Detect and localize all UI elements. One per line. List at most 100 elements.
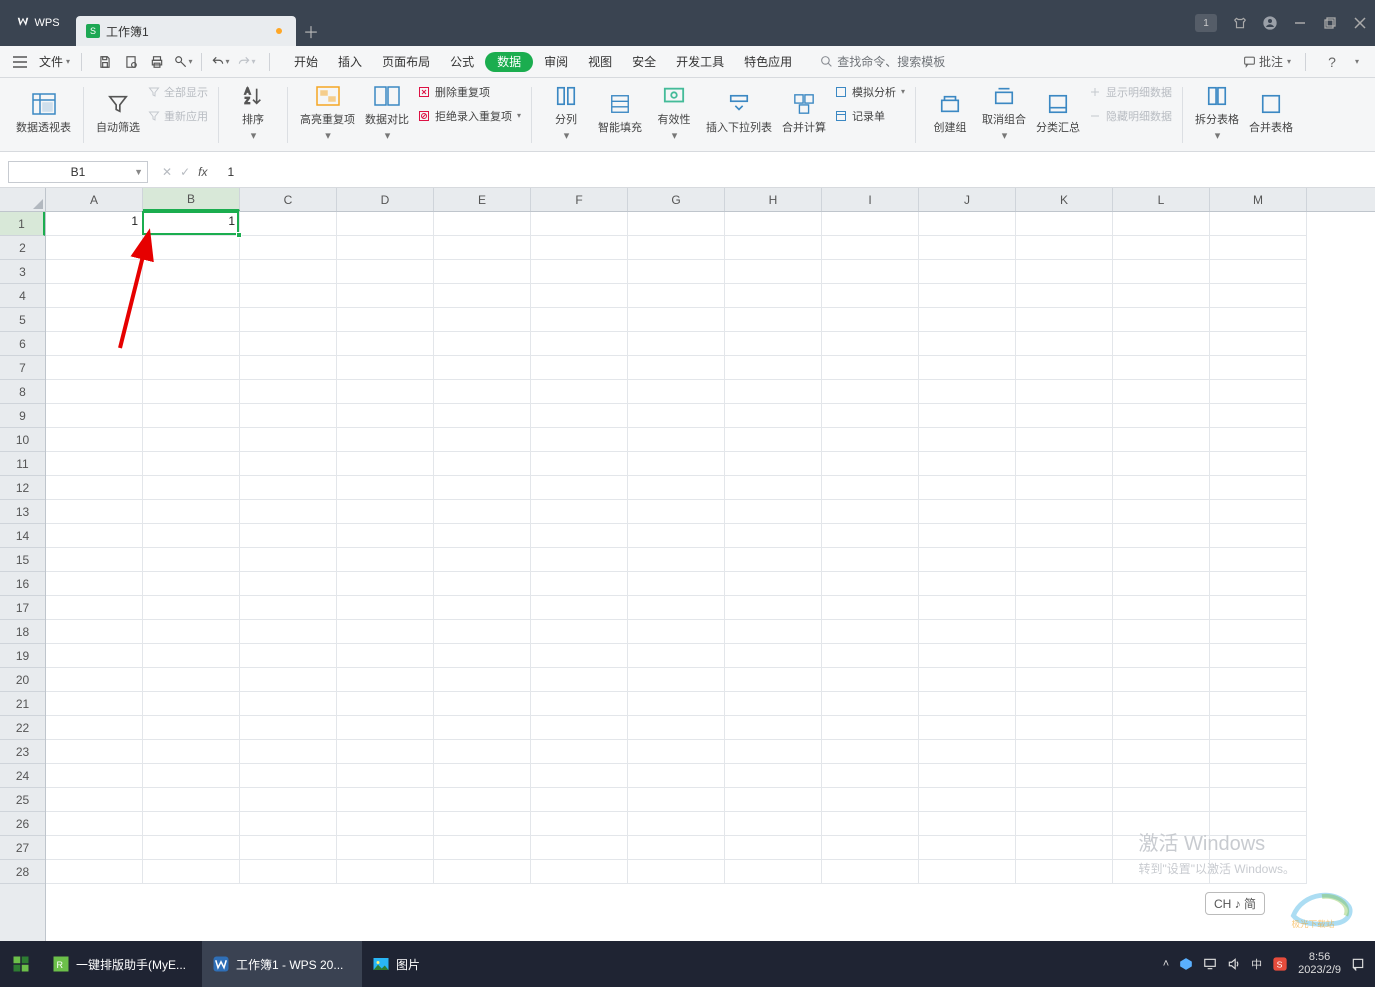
- cell[interactable]: [531, 644, 628, 668]
- cell[interactable]: [143, 452, 240, 476]
- cell[interactable]: [434, 668, 531, 692]
- cell[interactable]: [1016, 356, 1113, 380]
- tray-chevron-up-icon[interactable]: ˄: [1163, 958, 1169, 970]
- column-header[interactable]: C: [240, 188, 337, 211]
- cell[interactable]: [1016, 452, 1113, 476]
- cell[interactable]: [822, 404, 919, 428]
- cell[interactable]: [240, 332, 337, 356]
- cell[interactable]: [46, 620, 143, 644]
- tray-app-icon[interactable]: [1179, 957, 1193, 971]
- cell[interactable]: [919, 692, 1016, 716]
- cell[interactable]: [143, 764, 240, 788]
- cell[interactable]: [1210, 524, 1307, 548]
- cell[interactable]: [822, 332, 919, 356]
- save-button[interactable]: [93, 50, 117, 74]
- cell[interactable]: [240, 308, 337, 332]
- cell[interactable]: [1113, 644, 1210, 668]
- cell[interactable]: [919, 572, 1016, 596]
- cell[interactable]: [725, 260, 822, 284]
- cell[interactable]: [1113, 308, 1210, 332]
- cell[interactable]: [46, 692, 143, 716]
- cell[interactable]: [628, 236, 725, 260]
- cell[interactable]: [919, 476, 1016, 500]
- cell[interactable]: [337, 380, 434, 404]
- validation-button[interactable]: 有效性▾: [650, 82, 698, 144]
- maximize-button[interactable]: [1315, 0, 1345, 46]
- row-header[interactable]: 11: [0, 452, 45, 476]
- row-header[interactable]: 5: [0, 308, 45, 332]
- split-table-button[interactable]: 拆分表格▾: [1193, 82, 1241, 144]
- cell[interactable]: [628, 596, 725, 620]
- cell[interactable]: [46, 476, 143, 500]
- cell[interactable]: [628, 644, 725, 668]
- cell[interactable]: [919, 332, 1016, 356]
- cell[interactable]: [725, 284, 822, 308]
- cell[interactable]: [628, 212, 725, 236]
- cell[interactable]: [1113, 668, 1210, 692]
- cell[interactable]: [143, 860, 240, 884]
- cell[interactable]: [822, 668, 919, 692]
- cell[interactable]: [46, 836, 143, 860]
- cell[interactable]: [240, 476, 337, 500]
- cell[interactable]: [434, 476, 531, 500]
- cell[interactable]: [1210, 596, 1307, 620]
- cell[interactable]: [337, 740, 434, 764]
- cell[interactable]: [628, 452, 725, 476]
- display-icon[interactable]: [1203, 957, 1217, 971]
- cell[interactable]: [434, 788, 531, 812]
- cell[interactable]: [434, 356, 531, 380]
- cell[interactable]: [1113, 524, 1210, 548]
- cell[interactable]: [919, 404, 1016, 428]
- cell[interactable]: [240, 212, 337, 236]
- cell[interactable]: [1113, 476, 1210, 500]
- smart-fill-button[interactable]: 智能填充: [596, 82, 644, 144]
- data-compare-button[interactable]: 数据对比▾: [363, 82, 411, 144]
- cell[interactable]: [143, 596, 240, 620]
- cell[interactable]: [822, 764, 919, 788]
- cell[interactable]: [1016, 812, 1113, 836]
- cell[interactable]: [919, 212, 1016, 236]
- cell[interactable]: [725, 212, 822, 236]
- ribbon-tab-7[interactable]: 安全: [623, 49, 665, 75]
- cell[interactable]: [337, 620, 434, 644]
- cell[interactable]: [919, 596, 1016, 620]
- cell[interactable]: [725, 788, 822, 812]
- cell[interactable]: [143, 740, 240, 764]
- cell[interactable]: [1016, 860, 1113, 884]
- group-button[interactable]: 创建组: [926, 82, 974, 144]
- cell[interactable]: [725, 644, 822, 668]
- cell[interactable]: [822, 548, 919, 572]
- help-button[interactable]: ?: [1320, 50, 1344, 74]
- cell[interactable]: [628, 836, 725, 860]
- row-header[interactable]: 22: [0, 716, 45, 740]
- row-header[interactable]: 16: [0, 572, 45, 596]
- cell[interactable]: [143, 428, 240, 452]
- cell[interactable]: [531, 692, 628, 716]
- cell[interactable]: [1113, 212, 1210, 236]
- cell[interactable]: [1113, 716, 1210, 740]
- redo-button[interactable]: ▾: [234, 50, 258, 74]
- cell[interactable]: [1210, 788, 1307, 812]
- cell[interactable]: [46, 380, 143, 404]
- cell[interactable]: [1113, 596, 1210, 620]
- column-header[interactable]: E: [434, 188, 531, 211]
- cell[interactable]: [337, 764, 434, 788]
- cell[interactable]: [1016, 596, 1113, 620]
- cell[interactable]: [1016, 260, 1113, 284]
- cell[interactable]: [822, 644, 919, 668]
- row-header[interactable]: 6: [0, 332, 45, 356]
- cell[interactable]: [434, 716, 531, 740]
- highlight-duplicates-button[interactable]: 高亮重复项▾: [298, 82, 357, 144]
- cell[interactable]: [46, 236, 143, 260]
- user-button[interactable]: [1255, 0, 1285, 46]
- cell[interactable]: [725, 668, 822, 692]
- taskbar-item[interactable]: R 一键排版助手(MyE...: [42, 941, 202, 987]
- cell[interactable]: [1210, 260, 1307, 284]
- cell[interactable]: [434, 764, 531, 788]
- cell[interactable]: [531, 428, 628, 452]
- hide-detail-button[interactable]: 隐藏明细数据: [1088, 106, 1172, 126]
- cell[interactable]: [628, 308, 725, 332]
- cell[interactable]: [725, 356, 822, 380]
- cell[interactable]: [919, 284, 1016, 308]
- cell[interactable]: [434, 212, 531, 236]
